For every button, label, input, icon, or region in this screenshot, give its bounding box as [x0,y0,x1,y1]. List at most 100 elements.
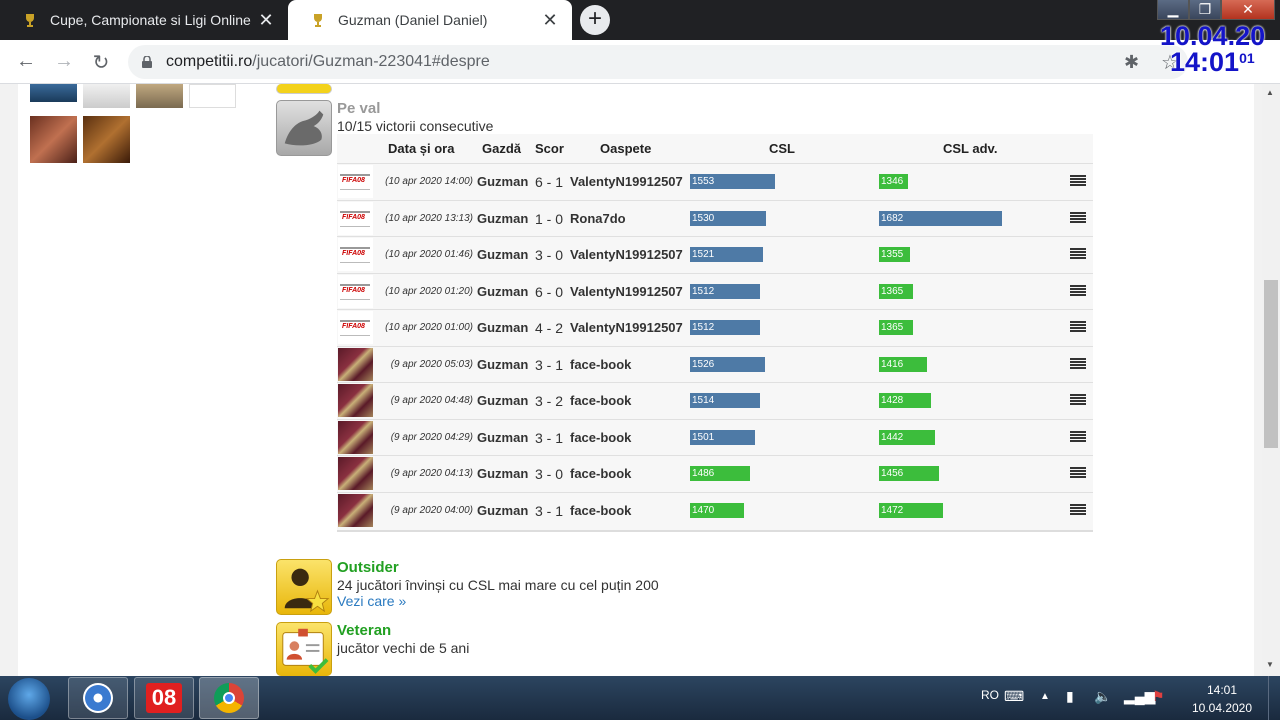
match-details-menu-icon[interactable] [1070,284,1086,297]
home-player-link[interactable]: Guzman [477,320,528,335]
show-hidden-icons-icon[interactable]: ▲ [1040,691,1050,702]
game-label: FIFA08 [342,323,365,330]
match-score: 3 - 0 [535,466,564,482]
achievement-description: 10/15 victorii consecutive [337,118,494,134]
action-center-flag-icon[interactable]: ⚑ [1152,688,1165,705]
match-details-menu-icon[interactable] [1070,357,1086,370]
match-score: 3 - 1 [535,429,564,446]
match-details-menu-icon[interactable] [1070,321,1086,333]
fifa-game-icon: FIFA08 [338,274,373,308]
scroll-down-arrow-icon[interactable]: ▼ [1266,660,1274,669]
taskbar-game-08[interactable]: 08 [134,677,194,719]
game-label: FIFA08 [342,177,365,184]
language-indicator[interactable]: RO [981,688,999,702]
friend-avatar[interactable] [30,84,77,102]
match-details-menu-icon[interactable] [1070,394,1086,406]
close-tab-icon[interactable]: ✕ [256,10,276,31]
clock-overlay: 10.04.20 14:0101 [1160,22,1278,76]
streak-badge [276,100,332,156]
table-row: FIFA08 (10 apr 2020 13:13) Guzman 1 - 0 Rona… [337,199,1093,236]
volume-icon[interactable]: 🔈 [1094,688,1111,705]
reload-icon[interactable]: ↻ [89,50,113,75]
home-player-link[interactable]: Guzman [477,466,528,481]
column-header-score: Scor [535,141,564,156]
friend-avatar[interactable] [30,116,77,163]
home-player-link[interactable]: Guzman [477,211,528,226]
lock-icon [142,56,152,68]
tab-guzman[interactable]: Guzman (Daniel Daniel) ✕ [288,0,572,40]
see-which-link[interactable]: Vezi care » [337,593,406,609]
match-date: (10 apr 2020 01:46) [385,249,473,260]
back-arrow-icon[interactable]: ← [14,50,38,73]
trophy-icon [26,14,34,27]
friend-avatar[interactable] [83,84,130,108]
away-player-link[interactable]: ValentyN19912507 [570,247,683,262]
extension-blocked-icon[interactable]: ✱ [1124,52,1139,73]
away-player-link[interactable]: face-book [570,503,631,518]
away-player-link[interactable]: ValentyN19912507 [570,320,683,335]
card-game-icon [338,347,373,381]
home-player-link[interactable]: Guzman [477,503,528,518]
match-details-menu-icon[interactable] [1070,248,1086,260]
home-player-link[interactable]: Guzman [477,393,528,408]
home-player-link[interactable]: Guzman [477,430,528,445]
overlay-time: 14:01 [1170,47,1240,77]
column-header-csl: CSL [769,141,795,156]
home-player-link[interactable]: Guzman [477,174,528,189]
game-label: FIFA08 [342,250,365,257]
match-score: 3 - 0 [535,247,564,263]
csl-bar: 1512 [690,320,760,335]
maximize-window-button[interactable]: ❐ [1189,0,1221,20]
show-desktop-button[interactable] [1268,676,1280,720]
csl-adv-bar: 1682 [879,210,1002,226]
match-details-menu-icon[interactable] [1070,211,1086,224]
home-player-link[interactable]: Guzman [477,247,528,262]
away-player-link[interactable]: ValentyN19912507 [570,284,683,299]
friend-avatar-placeholder[interactable] [189,84,236,108]
match-details-menu-icon[interactable] [1070,503,1086,516]
start-button[interactable] [8,678,50,720]
away-player-link[interactable]: Rona7do [570,211,626,226]
achievement-badge-partial [276,84,332,94]
network-signal-icon[interactable]: ▂▄▆ [1124,688,1155,705]
taskbar-clock[interactable]: 14:01 10.04.2020 [1190,681,1254,717]
away-player-link[interactable]: ValentyN19912507 [570,174,683,189]
close-tab-icon[interactable]: ✕ [540,10,560,31]
home-player-link[interactable]: Guzman [477,357,528,372]
game-08-icon: 08 [146,683,182,713]
match-score: 6 - 0 [535,283,564,300]
match-details-menu-icon[interactable] [1070,430,1086,443]
taskbar-media-app[interactable] [68,677,128,719]
fifa-game-icon: FIFA08 [338,238,373,271]
card-game-icon [338,384,373,417]
scroll-up-arrow-icon[interactable]: ▲ [1266,88,1274,97]
battery-icon[interactable]: ▮ [1066,688,1074,705]
tab-cupe[interactable]: Cupe, Campionate si Ligi Online ✕ [0,0,288,40]
minimize-window-button[interactable]: ▁ [1157,0,1189,20]
close-window-button[interactable]: ✕ [1221,0,1275,20]
url-path: /jucatori/Guzman-223041#despre [252,53,490,70]
away-player-link[interactable]: face-book [570,466,631,481]
match-details-menu-icon[interactable] [1070,467,1086,479]
page-scrollbar[interactable]: ▲ ▼ [1262,84,1280,676]
away-player-link[interactable]: face-book [570,357,631,372]
media-app-icon [83,683,113,713]
new-tab-button[interactable]: + [580,5,610,35]
table-row: FIFA08 (10 apr 2020 14:00) Guzman 6 - 1 Vale… [337,163,1093,199]
card-game-icon [338,493,373,527]
taskbar-chrome[interactable] [199,677,259,719]
friend-avatar[interactable] [83,116,130,163]
forward-arrow-icon[interactable]: → [52,50,76,73]
outsider-badge [276,559,332,615]
friend-avatar[interactable] [136,84,183,108]
away-player-link[interactable]: face-book [570,393,631,408]
browser-tab-bar: Cupe, Campionate si Ligi Online ✕ Guzman… [0,0,1280,40]
match-details-menu-icon[interactable] [1070,175,1086,187]
url-field[interactable]: competitii.ro/jucatori/Guzman-223041#des… [128,45,1188,79]
away-player-link[interactable]: face-book [570,430,631,445]
home-player-link[interactable]: Guzman [477,284,528,299]
csl-adv-bar: 1428 [879,393,931,408]
scrollbar-thumb[interactable] [1264,280,1278,448]
match-score: 3 - 1 [535,502,564,519]
keyboard-icon[interactable]: ⌨ [1004,688,1024,705]
